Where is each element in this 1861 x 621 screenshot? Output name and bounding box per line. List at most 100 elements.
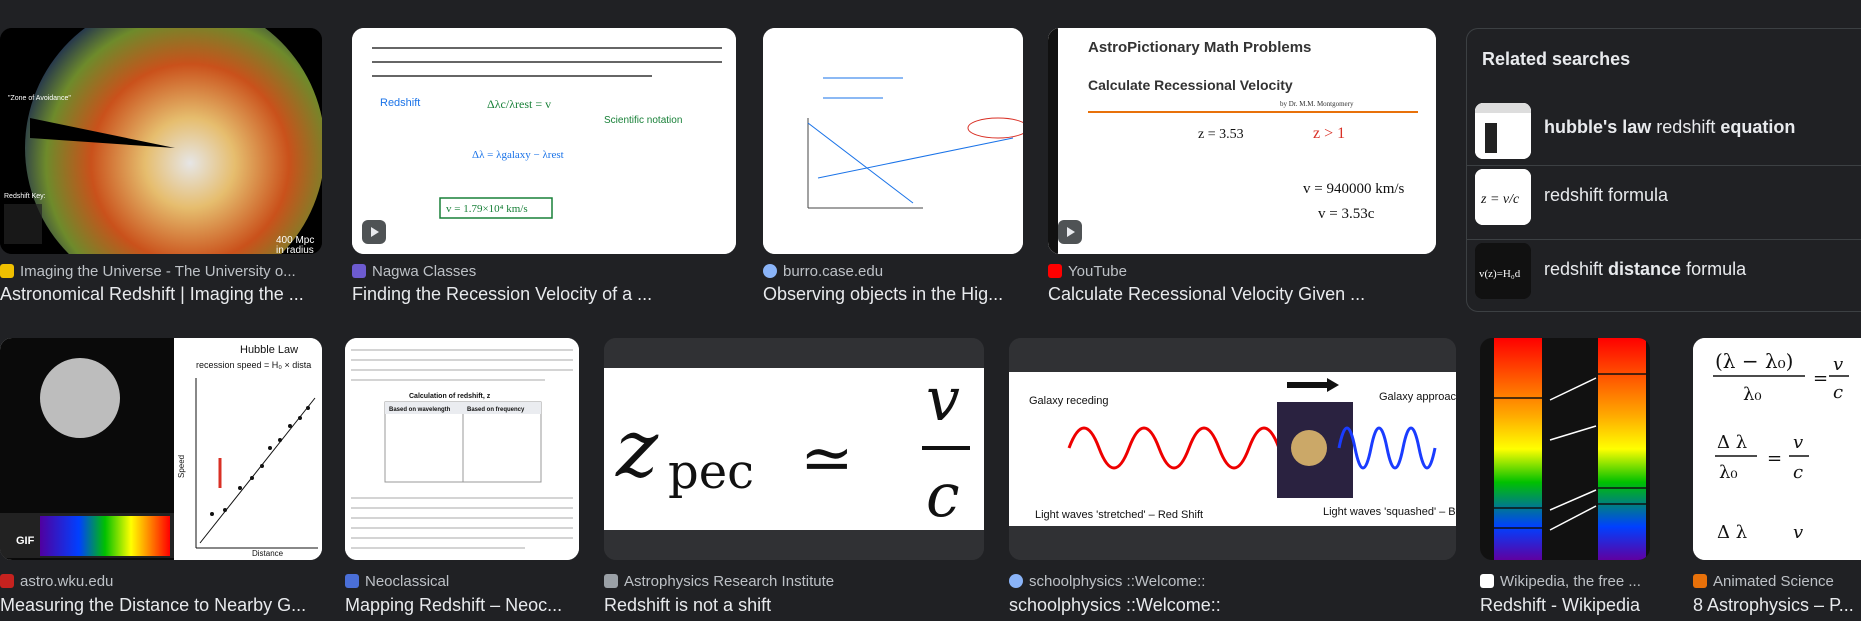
result-thumbnail[interactable]: AstroPictionary Math Problems Calculate … [1048, 28, 1436, 254]
sci-notation-note: Scientific notation [604, 115, 682, 126]
redshift-note: Redshift [380, 97, 420, 109]
result-card[interactable]: "Zone of Avoidance" Redshift Key: 400 Mp… [0, 0, 330, 310]
result-card[interactable]: AstroPictionary Math Problems Calculate … [1048, 0, 1438, 310]
author-label: by Dr. M.M. Montgomery [1280, 100, 1354, 108]
frequency-header: Based on frequency [467, 407, 525, 413]
related-thumbnail: v(z)=H₀d [1475, 243, 1531, 299]
result-source[interactable]: schoolphysics ::Welcome:: [1009, 572, 1205, 590]
result-card[interactable]: (λ − λ₀) λ₀ = v c Δ λ λ₀ = v c Δ λ v Ani… [1693, 338, 1861, 621]
svg-text:v(z)=H₀d: v(z)=H₀d [1479, 268, 1521, 280]
speed-axis: Speed [177, 455, 186, 478]
sketch-diagram-image [763, 28, 1023, 254]
related-search-item[interactable]: z = v/c redshift formula [1467, 167, 1861, 239]
svg-text:v = 1.79×10⁴ km/s: v = 1.79×10⁴ km/s [446, 203, 528, 215]
calc-label: Calculation of redshift, z [409, 393, 491, 400]
result-card[interactable]: GIF Hubble Law recession speed = H₀ × di… [0, 338, 322, 621]
related-search-item[interactable]: hubble's law redshift equation [1467, 91, 1861, 163]
related-searches-panel: Related searches hubble's law redshift e… [1466, 28, 1861, 312]
svg-text:v = 3.53c: v = 3.53c [1318, 206, 1375, 222]
result-title[interactable]: Observing objects in the Hig... [763, 284, 1021, 308]
svg-text:=: = [1813, 368, 1828, 389]
svg-text:(λ − λ₀): (λ − λ₀) [1715, 349, 1793, 373]
related-search-item[interactable]: v(z)=H₀d redshift distance formula [1467, 241, 1861, 313]
problem-heading: Calculate Recessional Velocity [1088, 77, 1293, 93]
zone-label: "Zone of Avoidance" [8, 95, 71, 102]
related-thumbnail [1475, 103, 1531, 159]
approaching-label: Galaxy approac [1379, 391, 1456, 403]
wiki-table-image: Calculation of redshift, z Based on wave… [345, 338, 579, 560]
play-icon [362, 220, 386, 244]
handwritten-notes-image: Redshift Δλc/λrest = v Scientific notati… [352, 28, 736, 254]
source-name: Nagwa Classes [372, 262, 477, 280]
result-card[interactable]: Galaxy receding Galaxy approac Light wav… [1009, 338, 1456, 621]
site-favicon-icon [0, 264, 14, 278]
result-card[interactable]: Calculation of redshift, z Based on wave… [345, 338, 580, 621]
source-name: Neoclassical [365, 572, 450, 590]
approx-symbol: ≃ [800, 422, 854, 496]
result-source[interactable]: Wikipedia, the free ... [1480, 572, 1641, 590]
result-source[interactable]: astro.wku.edu [0, 572, 113, 590]
result-source[interactable]: Astrophysics Research Institute [604, 572, 834, 590]
result-title[interactable]: Calculate Recessional Velocity Given ... [1048, 284, 1436, 308]
source-name: burro.case.edu [783, 262, 884, 280]
result-title[interactable]: Mapping Redshift – Neoc... [345, 595, 579, 619]
source-name: Animated Science [1713, 572, 1834, 590]
result-card[interactable]: Wikipedia, the free ... Redshift - Wikip… [1480, 338, 1650, 621]
svg-text:v = 940000 km/s: v = 940000 km/s [1303, 181, 1405, 197]
scale-label-2: in radius [276, 245, 314, 254]
result-source[interactable]: YouTube [1048, 262, 1127, 280]
result-title[interactable]: Finding the Recession Velocity of a ... [352, 284, 692, 308]
result-thumbnail[interactable]: (λ − λ₀) λ₀ = v c Δ λ λ₀ = v c Δ λ v [1693, 338, 1861, 560]
svg-text:z = v/c: z = v/c [1480, 192, 1520, 207]
site-favicon-icon [352, 264, 366, 278]
result-title[interactable]: Astronomical Redshift | Imaging the ... [0, 284, 322, 308]
result-thumbnail[interactable]: Redshift Δλc/λrest = v Scientific notati… [352, 28, 736, 254]
z-symbol: z [615, 402, 659, 495]
formula-image: z pec ≃ v c [604, 338, 984, 560]
wavelength-header: Based on wavelength [389, 407, 451, 413]
result-title[interactable]: Redshift - Wikipedia [1480, 595, 1650, 619]
site-favicon-icon [345, 574, 359, 588]
result-card[interactable]: Redshift Δλc/λrest = v Scientific notati… [352, 0, 738, 310]
youtube-favicon-icon [1048, 264, 1062, 278]
svg-text:v: v [1793, 432, 1803, 453]
result-source[interactable]: Neoclassical [345, 572, 449, 590]
result-thumbnail[interactable]: GIF Hubble Law recession speed = H₀ × di… [0, 338, 322, 560]
doppler-diagram-image: Galaxy receding Galaxy approac Light wav… [1009, 338, 1456, 560]
result-source[interactable]: Nagwa Classes [352, 262, 476, 280]
svg-text:Δλc/λrest = v: Δλc/λrest = v [487, 97, 551, 111]
result-thumbnail[interactable]: Calculation of redshift, z Based on wave… [345, 338, 579, 560]
svg-text:Δ λ: Δ λ [1717, 522, 1747, 543]
galaxy-map-image: "Zone of Avoidance" Redshift Key: 400 Mp… [0, 28, 322, 254]
related-search-text: hubble's law redshift equation [1544, 117, 1796, 137]
svg-text:=: = [1767, 448, 1782, 469]
result-thumbnail[interactable] [1480, 338, 1650, 560]
svg-text:z > 1: z > 1 [1313, 125, 1345, 142]
svg-text:Δ λ: Δ λ [1717, 432, 1747, 453]
result-title[interactable]: Measuring the Distance to Nearby G... [0, 595, 322, 619]
result-title[interactable]: Redshift is not a shift [604, 595, 984, 619]
v-symbol: v [926, 365, 960, 435]
result-card[interactable]: z pec ≃ v c Astrophysics Research Instit… [604, 338, 984, 621]
site-favicon-icon [1693, 574, 1707, 588]
svg-text:λ₀: λ₀ [1719, 462, 1738, 483]
result-thumbnail[interactable] [763, 28, 1023, 254]
result-source[interactable]: Animated Science [1693, 572, 1834, 590]
result-card[interactable]: burro.case.edu Observing objects in the … [763, 0, 1025, 310]
source-name: Imaging the Universe - The University o.… [20, 262, 296, 280]
result-thumbnail[interactable]: "Zone of Avoidance" Redshift Key: 400 Mp… [0, 28, 322, 254]
result-thumbnail[interactable]: Galaxy receding Galaxy approac Light wav… [1009, 338, 1456, 560]
math-problem-image: AstroPictionary Math Problems Calculate … [1048, 28, 1436, 254]
stretched-label: Light waves 'stretched' – Red Shift [1035, 509, 1203, 521]
source-name: schoolphysics ::Welcome:: [1029, 572, 1206, 590]
result-title[interactable]: 8 Astrophysics – P... [1693, 595, 1861, 619]
site-favicon-icon [1009, 574, 1023, 588]
c-symbol: c [926, 461, 960, 531]
equations-image: (λ − λ₀) λ₀ = v c Δ λ λ₀ = v c Δ λ v [1693, 338, 1861, 560]
result-source[interactable]: Imaging the Universe - The University o.… [0, 262, 296, 280]
site-favicon-icon [604, 574, 618, 588]
result-thumbnail[interactable]: z pec ≃ v c [604, 338, 984, 560]
result-source[interactable]: burro.case.edu [763, 262, 883, 280]
receding-label: Galaxy receding [1029, 395, 1109, 407]
result-title[interactable]: schoolphysics ::Welcome:: [1009, 595, 1456, 619]
